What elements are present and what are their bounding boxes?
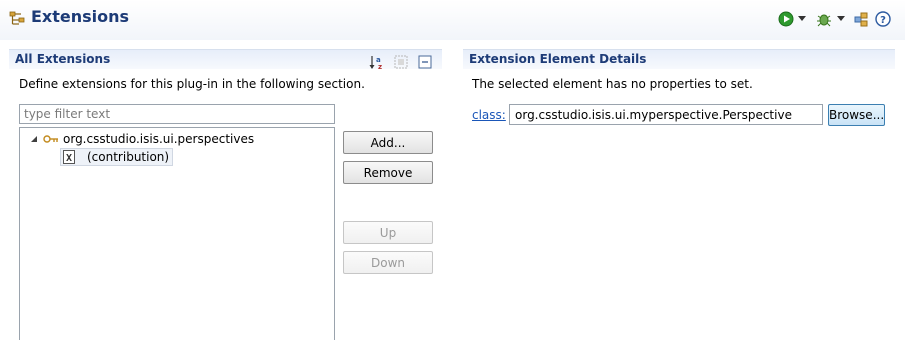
browse-button[interactable]: Browse...	[828, 104, 885, 126]
run-dropdown-arrow-icon[interactable]	[798, 16, 806, 22]
add-button[interactable]: Add...	[343, 131, 433, 154]
details-message: The selected element has no properties t…	[472, 77, 753, 91]
extensions-tree[interactable]: org.csstudio.isis.ui.perspectives X (con…	[19, 127, 335, 340]
debug-dropdown-arrow-icon[interactable]	[837, 16, 845, 22]
plugin-icon[interactable]	[853, 11, 869, 27]
up-button[interactable]: Up	[343, 221, 433, 244]
section-description: Define extensions for this plug-in in th…	[19, 77, 365, 91]
tree-item-contribution[interactable]: X (contribution)	[60, 148, 174, 166]
sort-alpha-icon[interactable]: a z	[369, 54, 385, 70]
tree-item-label: org.csstudio.isis.ui.perspectives	[63, 132, 255, 146]
page-title: Extensions	[31, 7, 130, 26]
extension-point-icon	[43, 135, 58, 143]
svg-text:z: z	[378, 63, 382, 70]
class-link[interactable]: class:	[472, 108, 506, 122]
expanded-arrow-icon[interactable]	[30, 135, 38, 143]
extensions-icon	[9, 11, 25, 25]
section-title: All Extensions	[15, 52, 111, 66]
filter-input[interactable]	[19, 104, 335, 124]
show-name-icon	[394, 55, 408, 69]
element-details-section-header: Extension Element Details	[463, 49, 895, 69]
debug-icon[interactable]	[816, 11, 832, 27]
tree-item-label: (contribution)	[87, 150, 170, 164]
tree-item-extension-point[interactable]: org.csstudio.isis.ui.perspectives	[30, 130, 254, 148]
run-icon[interactable]	[778, 11, 794, 27]
editor-header: Extensions ?	[0, 0, 905, 40]
class-field[interactable]	[509, 104, 823, 125]
x-element-icon: X	[63, 150, 75, 164]
section-title: Extension Element Details	[469, 52, 647, 66]
svg-text:?: ?	[880, 15, 886, 26]
collapse-all-icon[interactable]	[417, 54, 433, 70]
down-button[interactable]: Down	[343, 251, 433, 274]
help-icon[interactable]: ?	[875, 11, 891, 27]
svg-text:X: X	[66, 153, 72, 164]
remove-button[interactable]: Remove	[343, 161, 433, 184]
